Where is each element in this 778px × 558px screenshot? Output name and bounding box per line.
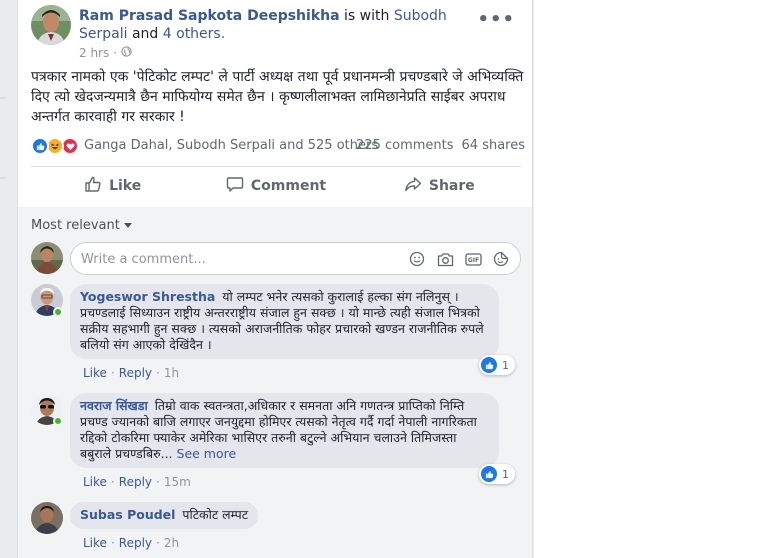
sort-label: Most relevant — [31, 218, 120, 233]
comment-like-link[interactable]: Like — [83, 536, 107, 550]
more-options-icon[interactable]: ••• — [477, 9, 515, 30]
gif-icon[interactable]: GIF — [464, 250, 482, 268]
right-blank-area — [534, 0, 778, 558]
see-more-link[interactable]: See more — [177, 446, 237, 461]
page: Ram Prasad Sapkota Deepshikha is with Su… — [0, 0, 778, 558]
camera-icon[interactable] — [436, 250, 454, 268]
comment-item: Subas Poudel पटिकोट लम्पट Like · Reply ·… — [31, 502, 521, 558]
comment-composer[interactable]: GIF — [70, 242, 521, 275]
comment-text: पटिकोट लम्पट — [182, 507, 249, 522]
divider — [31, 166, 521, 167]
comment-time[interactable]: 2h — [164, 536, 179, 550]
divider — [0, 97, 6, 99]
comments-section: Most relevant Write a comment... GIF Yog… — [18, 207, 532, 558]
comment-label: Comment — [250, 178, 327, 194]
and-text: and — [131, 26, 159, 42]
comment-bubble: नवराज सिंखडा तिम्रो वाक स्वतन्त्रता,अधिक… — [70, 393, 499, 468]
like-reaction-icon — [481, 466, 497, 482]
commenter-name[interactable]: Subas Poudel — [80, 507, 175, 522]
composer-icons: GIF — [408, 250, 510, 268]
comment-actions: Like · Reply · 2h — [83, 536, 180, 550]
share-arrow-icon — [404, 175, 422, 197]
post-meta: 2 hrs · — [79, 46, 132, 60]
shares-count[interactable]: 64 shares — [462, 138, 525, 153]
like-button[interactable]: Like — [31, 170, 194, 202]
comment-like-count[interactable]: 1 — [479, 464, 515, 484]
speech-bubble-icon — [226, 175, 244, 197]
online-status-dot — [53, 307, 63, 317]
comment-reply-link[interactable]: Reply — [119, 536, 152, 550]
post-actions: Like Comment Share — [31, 170, 521, 202]
comment-item: नवराज सिंखडा तिम्रो वाक स्वतन्त्रता,अधिक… — [31, 393, 521, 493]
svg-text:GIF: GIF — [467, 257, 478, 264]
share-button[interactable]: Share — [358, 170, 521, 202]
left-strip — [0, 0, 8, 558]
commenter-name[interactable]: Yogeswor Shrestha — [80, 289, 215, 304]
comment-actions: Like · Reply · 15m — [83, 475, 191, 489]
sort-dropdown[interactable]: Most relevant — [31, 218, 132, 233]
comment-input[interactable] — [81, 250, 381, 268]
comment-bubble: Subas Poudel पटिकोट लम्पट — [70, 502, 259, 529]
comment-like-link[interactable]: Like — [83, 475, 107, 489]
like-reaction-icon — [481, 357, 497, 373]
current-user-avatar[interactable] — [31, 242, 63, 274]
like-count: 1 — [502, 467, 509, 481]
comment-time[interactable]: 1h — [164, 366, 179, 380]
commenter-avatar[interactable] — [31, 502, 63, 534]
like-reaction-icon — [31, 137, 49, 155]
like-label: Like — [109, 178, 142, 194]
with-text: is with — [344, 8, 390, 24]
author-avatar[interactable] — [31, 5, 71, 45]
comment-reply-link[interactable]: Reply — [119, 475, 152, 489]
comment-like-count[interactable]: 1 — [479, 355, 515, 375]
reactions-row: Ganga Dahal, Subodh Serpali and 525 othe… — [31, 136, 525, 156]
post-card: Ram Prasad Sapkota Deepshikha is with Su… — [17, 0, 533, 558]
comment-button[interactable]: Comment — [194, 170, 357, 202]
comment-item: Yogeswor Shrestha यो लम्पट भनेर त्यसको क… — [31, 284, 521, 382]
comment-actions: Like · Reply · 1h — [83, 366, 180, 380]
comments-count[interactable]: 225 comments — [356, 138, 453, 153]
divider — [0, 177, 6, 179]
commenter-name[interactable]: नवराज सिंखडा — [80, 398, 148, 413]
globe-icon[interactable] — [121, 46, 132, 60]
like-count: 1 — [502, 358, 509, 372]
comment-bubble: Yogeswor Shrestha यो लम्पट भनेर त्यसको क… — [70, 284, 499, 359]
reaction-names[interactable]: Ganga Dahal, Subodh Serpali and 525 othe… — [84, 138, 378, 153]
emoji-icon[interactable] — [408, 250, 426, 268]
post-text: पत्रकार नामको एक 'पेटिकोट लम्पट' ले पार्… — [31, 69, 524, 125]
sticker-icon[interactable] — [492, 250, 510, 268]
author-line: Ram Prasad Sapkota Deepshikha is with Su… — [79, 7, 499, 43]
others-link[interactable]: 4 others. — [163, 26, 225, 42]
share-label: Share — [428, 178, 475, 194]
comment-reply-link[interactable]: Reply — [119, 366, 152, 380]
reaction-icons[interactable] — [31, 137, 83, 155]
post-counts: 225 comments 64 shares — [356, 138, 525, 153]
thumbs-up-icon — [84, 175, 102, 197]
online-status-dot — [53, 416, 63, 426]
post-header: Ram Prasad Sapkota Deepshikha is with Su… — [31, 5, 521, 65]
author-name[interactable]: Ram Prasad Sapkota Deepshikha — [79, 8, 340, 24]
post-time[interactable]: 2 hrs — [79, 46, 109, 60]
comment-like-link[interactable]: Like — [83, 366, 107, 380]
caret-down-icon — [123, 218, 132, 233]
comment-time[interactable]: 15m — [164, 475, 191, 489]
